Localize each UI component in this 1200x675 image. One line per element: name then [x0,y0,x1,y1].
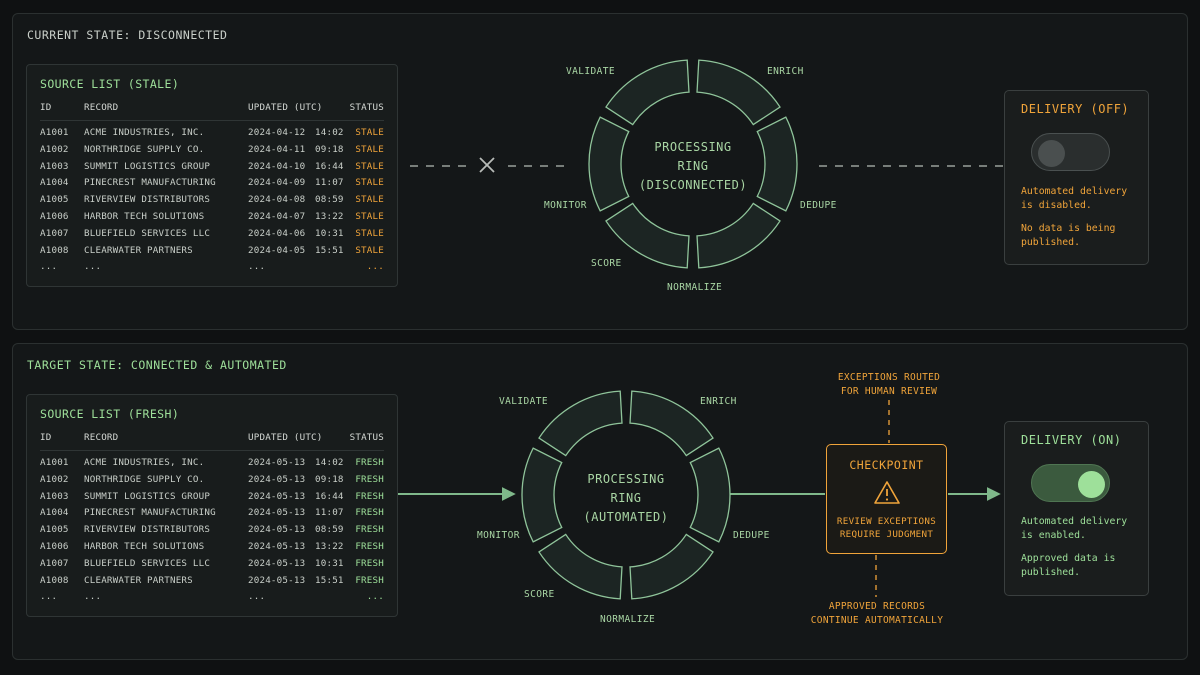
stage-validate: VALIDATE [566,66,615,77]
stage-score: SCORE [524,589,555,600]
stage-dedupe: DEDUPE [733,530,770,541]
ring-center-line2: RING [677,159,709,173]
delivery-publish-text: Approved data is published. [1021,553,1116,578]
exceptions-note: EXCEPTIONS ROUTED FOR HUMAN REVIEW [799,371,979,399]
checkpoint-line2: REQUIRE JUDGMENT [839,529,934,540]
ring-segment-normalize [696,202,781,269]
delivery-publish-text: No data is being published. [1021,223,1116,248]
delivery-on-card: DELIVERY (ON) Automated delivery is enab… [1004,421,1149,596]
stage-enrich: ENRICH [767,66,804,77]
stage-monitor: MONITOR [477,530,520,541]
stage-dedupe: DEDUPE [800,200,837,211]
approved-note: APPROVED RECORDS CONTINUE AUTOMATICALLY [779,600,975,628]
stage-score: SCORE [591,258,622,269]
target-state-panel: TARGET STATE: CONNECTED & AUTOMATED SOUR… [12,343,1188,660]
toggle-knob [1078,471,1105,498]
delivery-title: DELIVERY (ON) [1021,433,1122,447]
current-state-panel: CURRENT STATE: DISCONNECTED SOURCE LIST … [12,13,1188,330]
delivery-off-card: DELIVERY (OFF) Automated delivery is dis… [1004,90,1149,265]
checkpoint-box[interactable]: CHECKPOINT REVIEW EXCEPTIONS REQUIRE JUD… [826,444,947,554]
stage-normalize: NORMALIZE [667,282,723,293]
toggle-knob [1038,140,1065,167]
disconnect-x-icon [479,157,495,173]
checkpoint-line1: REVIEW EXCEPTIONS [836,516,937,527]
ring-center-line2: RING [610,491,642,505]
warning-icon [874,481,900,504]
ring-center-line3: (AUTOMATED) [583,510,669,524]
checkpoint-description: REVIEW EXCEPTIONS REQUIRE JUDGMENT [827,515,946,541]
approved-note-line2: CONTINUE AUTOMATICALLY [810,615,944,626]
stage-normalize: NORMALIZE [600,614,656,625]
delivery-status-text: Automated delivery is enabled. [1021,516,1128,541]
stage-enrich: ENRICH [700,396,737,407]
delivery-toggle-on[interactable] [1031,464,1110,502]
delivery-toggle-off[interactable] [1031,133,1110,171]
checkpoint-title: CHECKPOINT [849,458,924,472]
ring-center-label: PROCESSING RING (AUTOMATED) [546,470,706,527]
ring-center-label: PROCESSING RING (DISCONNECTED) [613,138,773,195]
ring-center-line1: PROCESSING [654,140,732,154]
exceptions-note-line2: FOR HUMAN REVIEW [840,386,938,397]
delivery-title: DELIVERY (OFF) [1021,102,1130,116]
exceptions-note-line1: EXCEPTIONS ROUTED [837,372,941,383]
ring-segment-validate [538,390,623,457]
ring-center-line3: (DISCONNECTED) [638,178,748,192]
stage-validate: VALIDATE [499,396,548,407]
ring-center-line1: PROCESSING [587,472,665,486]
ring-segment-validate [605,59,690,126]
ring-segment-normalize [629,533,714,600]
delivery-status-text: Automated delivery is disabled. [1021,186,1128,211]
stage-monitor: MONITOR [544,200,587,211]
approved-note-line1: APPROVED RECORDS [828,601,926,612]
